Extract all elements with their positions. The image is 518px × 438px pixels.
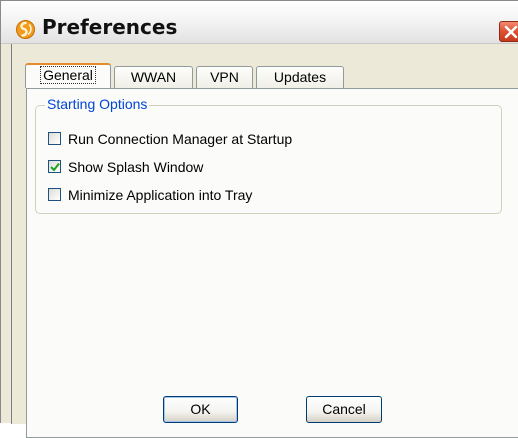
cancel-button[interactable]: Cancel (306, 396, 382, 423)
minimize-to-tray-label: Minimize Application into Tray (68, 187, 253, 203)
swirl-logo-icon (16, 20, 35, 39)
window-title: Preferences (42, 15, 178, 39)
tab-general[interactable]: General (25, 63, 111, 88)
minimize-to-tray-option[interactable]: Minimize Application into Tray (48, 185, 338, 205)
tab-updates[interactable]: Updates (256, 66, 344, 88)
tab-vpn[interactable]: VPN (196, 66, 253, 88)
show-splash-checkbox[interactable] (48, 160, 61, 173)
tab-vpn-label: VPN (210, 69, 239, 85)
tab-updates-label: Updates (273, 69, 327, 85)
title-bar[interactable]: Preferences (1, 1, 518, 44)
run-at-startup-label: Run Connection Manager at Startup (68, 131, 293, 147)
run-at-startup-option[interactable]: Run Connection Manager at Startup (48, 129, 368, 149)
tab-general-label: General (40, 66, 96, 84)
show-splash-label: Show Splash Window (68, 159, 204, 175)
minimize-to-tray-checkbox[interactable] (48, 188, 61, 201)
run-at-startup-checkbox[interactable] (48, 132, 61, 145)
tab-wwan[interactable]: WWAN (114, 66, 193, 88)
close-icon (504, 25, 518, 39)
starting-options-legend: Starting Options (45, 96, 150, 113)
preferences-window: Preferences General WWAN VPN Updates Sta… (0, 0, 518, 438)
close-button[interactable] (499, 21, 518, 42)
tab-wwan-label: WWAN (130, 69, 177, 85)
ok-button[interactable]: OK (163, 396, 238, 423)
show-splash-option[interactable]: Show Splash Window (48, 157, 268, 177)
checkmark-icon (50, 162, 60, 172)
